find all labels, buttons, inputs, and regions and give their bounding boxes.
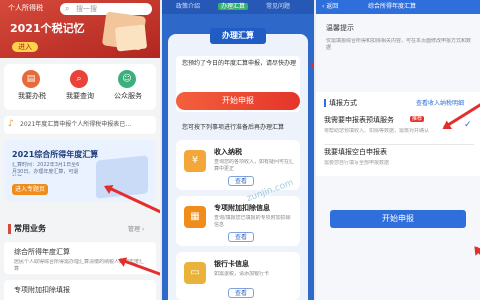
common-item-annual[interactable]: 综合所得年度汇算 居民个人取得综合所得需办理汇算清缴的纳税人办理年度汇算: [4, 242, 156, 274]
divider: [324, 144, 474, 145]
check-icon: ✓: [464, 120, 472, 130]
prep-item-bank: ▭ 银行卡信息 如需退税，请添加银行卡 查看: [176, 252, 300, 300]
tab-personal-tax[interactable]: 个人所得税: [8, 4, 43, 12]
bottom-item-label: 专项附加扣除填报: [14, 286, 70, 294]
coin-icon: ¥: [184, 150, 206, 172]
nav-item-query[interactable]: ⌕ 我要查询: [66, 70, 94, 100]
nav-item-label: 我要办税: [18, 92, 46, 100]
notice-appointment: 您预约了今日的年度汇算申报，请尽快办理: [182, 60, 297, 67]
screenshot-stage: 个人所得税 ⌕ 搜一搜 2021个税记忆 进入 ▤ 我要办税 ⌕ 我要查询 ☺ …: [0, 0, 480, 300]
back-button[interactable]: ‹ 返回: [322, 3, 338, 10]
promo-text: 汇算时间：2022年3月1日至6月30日。办理年度汇算，可退补税。: [12, 162, 80, 176]
start-declare-button[interactable]: 开始申报: [330, 210, 466, 228]
nav-item-public[interactable]: ☺ 公众服务: [114, 70, 142, 100]
people-icon: ☺: [118, 70, 136, 88]
prep-item-deduction: ▦ 专项附加扣除信息 查询/填报您已填报的专项附加扣除信息 查看: [176, 196, 300, 246]
tip-text: 仅需填报综合所得和扣除相关内容，可在本页面修改申报方式和数据: [326, 38, 472, 51]
handle-settlement-screen: 政策介绍 办理汇算 常见问题 办理汇算 您预约了今日的年度汇算申报，请尽快办理 …: [162, 0, 314, 300]
page-title: 综合所得年度汇算: [368, 3, 417, 10]
view-button[interactable]: 查看: [228, 176, 254, 186]
common-title: 常用业务: [14, 224, 46, 233]
annotation-arrow: [474, 246, 480, 293]
prep-item-desc: 查询/填报您已填报的专项附加扣除信息: [214, 215, 291, 227]
notice-prepare: 您可按下列事项进行准备后再办理汇算: [182, 124, 285, 131]
section-tip-title: 温馨提示: [326, 24, 354, 32]
prep-item-title: 银行卡信息: [214, 260, 249, 268]
home-screen: 个人所得税 ⌕ 搜一搜 2021个税记忆 进入 ▤ 我要办税 ⌕ 我要查询 ☺ …: [0, 0, 160, 300]
view-button[interactable]: 查看: [228, 288, 254, 298]
promo-enter-button[interactable]: 进入专题页: [12, 184, 48, 195]
section-marker: [8, 224, 11, 234]
section-marker: [324, 99, 326, 107]
notice-bar[interactable]: ♪ 2021年度汇算申报个人所得税申报表已…: [4, 116, 156, 134]
tab-policy[interactable]: 政策介绍: [176, 3, 200, 10]
nav-item-label: 公众服务: [114, 92, 142, 100]
declare-method-screen: ‹ 返回 综合所得年度汇算 温馨提示 仅需填报综合所得和扣除相关内容，可在本页面…: [316, 0, 480, 300]
search-icon: ⌕: [65, 4, 70, 13]
prep-item-title: 专项附加扣除信息: [214, 204, 270, 212]
option-blank[interactable]: 我要填报空白申报表 需要您自行填写全部申报数据: [316, 146, 480, 176]
search-placeholder: 搜一搜: [76, 5, 97, 13]
clipboard-icon: ▦: [184, 206, 206, 228]
nav-item-tax[interactable]: ▤ 我要办税: [18, 70, 46, 100]
search-icon: ⌕: [70, 70, 88, 88]
bell-icon: ♪: [8, 119, 14, 129]
bottom-item[interactable]: 专项附加扣除填报: [4, 280, 156, 300]
option-prefill[interactable]: 我需要申报表预填服务 推荐 将帮助您预填收入、扣除等数据，需核对并确认 ✓: [316, 112, 480, 144]
prep-item-desc: 查询您的各项收入，如有疑问可在汇算中更正: [214, 159, 294, 171]
prep-item-desc: 如需退税，请添加银行卡: [214, 271, 270, 277]
promo-title: 2021综合所得年度汇算: [12, 150, 99, 159]
start-declare-button[interactable]: 开始申报: [176, 92, 300, 110]
common-manage-link[interactable]: 管理 ›: [128, 226, 144, 233]
view-button[interactable]: 查看: [228, 232, 254, 242]
view-income-link[interactable]: 查看收入纳税明细: [416, 100, 464, 107]
nav-item-label: 我要查询: [66, 92, 94, 100]
tab-faq[interactable]: 常见问题: [266, 3, 290, 10]
notice-text: 2021年度汇算申报个人所得税申报表已…: [20, 121, 132, 128]
annotation-arrow: [311, 37, 314, 67]
banner-calendar: [114, 24, 148, 52]
option-title: 我要填报空白申报表: [324, 148, 387, 156]
recommend-badge: 推荐: [410, 116, 425, 122]
prep-item-title: 收入纳税: [214, 148, 242, 156]
banner-title: 2021个税记忆: [10, 22, 85, 35]
option-desc: 需要您自行填写全部申报数据: [324, 160, 390, 166]
doc-icon: ▤: [22, 70, 40, 88]
banner-enter-button[interactable]: 进入: [12, 42, 38, 52]
header-title: 办理汇算: [210, 28, 266, 44]
bank-card-icon: ▭: [184, 262, 206, 284]
option-title: 我需要申报表预填服务: [324, 116, 394, 124]
option-desc: 将帮助您预填收入、扣除等数据，需核对并确认: [324, 128, 430, 134]
tab-handle[interactable]: 办理汇算: [218, 3, 249, 11]
method-label: 填报方式: [329, 99, 357, 107]
common-item-title: 综合所得年度汇算: [14, 248, 70, 256]
